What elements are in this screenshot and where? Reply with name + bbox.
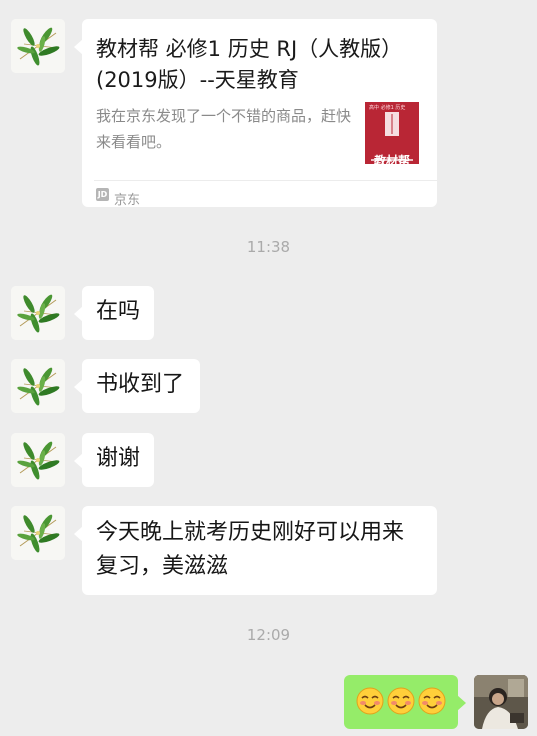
contact-avatar[interactable] [11, 359, 65, 413]
message-bubble[interactable]: 在吗 [74, 286, 154, 340]
contact-avatar[interactable] [11, 19, 65, 73]
timestamp: 12:09 [246, 626, 291, 644]
message-text-line1: 今天晚上就考历史刚好可以用来 [96, 520, 405, 545]
bubble-tail [74, 39, 83, 55]
card-source: 京东 [114, 193, 141, 208]
message-text: 书收到了 [96, 372, 185, 397]
person-photo-icon [474, 675, 528, 729]
self-avatar[interactable] [474, 675, 528, 729]
card-title: 教材帮 必修1 历史 RJ（人教版）(2019版）--天星教育 [96, 37, 403, 92]
leaf-icon [11, 19, 65, 73]
bubble-tail [74, 306, 83, 322]
message-text: 在吗 [96, 299, 141, 324]
card-description: 我在京东发现了一个不错的商品，赶快来看看吧。 [96, 107, 352, 151]
leaf-icon [11, 359, 65, 413]
leaf-icon [11, 433, 65, 487]
message-text: 谢谢 [96, 446, 141, 471]
thumbnail-label: 教材帮 [373, 154, 410, 164]
message-bubble[interactable]: 谢谢 [74, 433, 154, 487]
contact-avatar[interactable] [11, 506, 65, 560]
message-text-line2: 复习，美滋滋 [96, 554, 229, 579]
card-divider [94, 180, 437, 181]
blush-emoji-icon [387, 687, 415, 715]
bubble-tail [457, 695, 466, 711]
product-thumbnail: 高中 必修1 历史 教材帮 [365, 102, 419, 164]
product-card[interactable]: 教材帮 必修1 历史 RJ（人教版）(2019版）--天星教育 我在京东发现了一… [74, 19, 437, 208]
bubble-tail [74, 379, 83, 395]
timestamp: 11:38 [246, 238, 291, 256]
leaf-icon [11, 506, 65, 560]
bubble-tail [74, 526, 83, 542]
blush-emoji-icon [356, 687, 384, 715]
bubble-tail [74, 453, 83, 469]
message-bubble[interactable]: 书收到了 [74, 359, 200, 413]
message-bubble[interactable]: 今天晚上就考历史刚好可以用来 复习，美滋滋 [74, 506, 437, 595]
jd-logo-icon: JD [96, 188, 109, 201]
leaf-icon [11, 286, 65, 340]
sent-message-bubble[interactable] [344, 675, 466, 729]
contact-avatar[interactable] [11, 286, 65, 340]
blush-emoji-icon [418, 687, 446, 715]
contact-avatar[interactable] [11, 433, 65, 487]
